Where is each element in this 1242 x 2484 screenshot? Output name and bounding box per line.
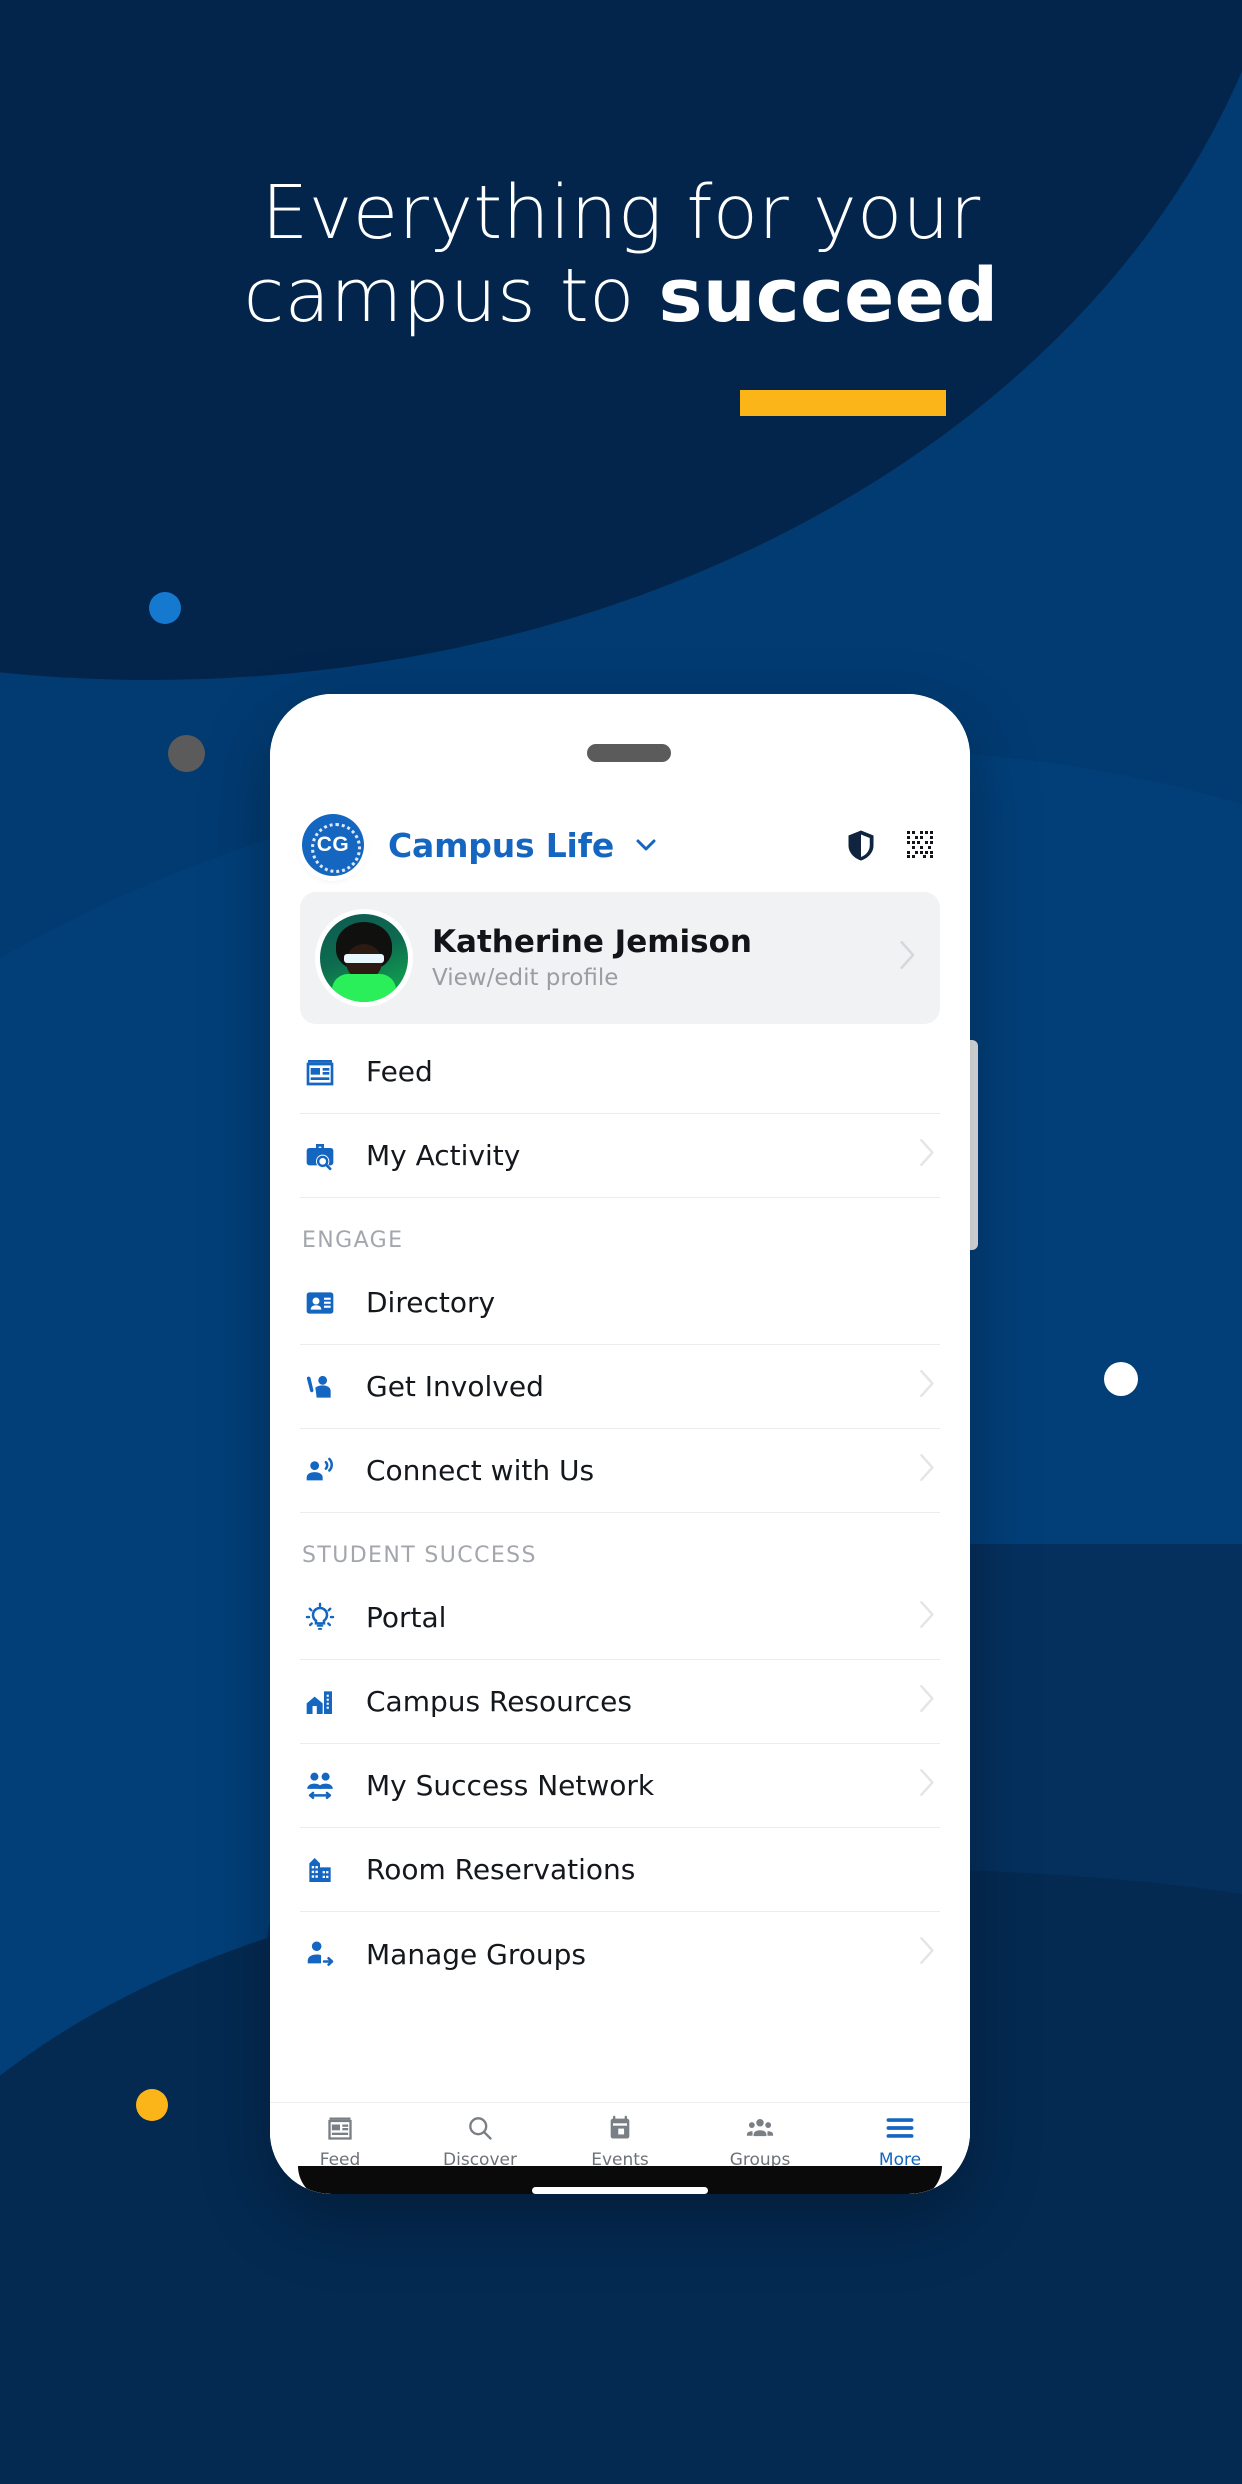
- menu-item-label: Campus Resources: [366, 1685, 632, 1718]
- decorative-dot-white: [1104, 1362, 1138, 1396]
- qr-code-icon[interactable]: [904, 826, 938, 864]
- chevron-right-icon: [920, 1768, 940, 1803]
- menu-item-label: Portal: [366, 1601, 447, 1634]
- section-header-student-success: STUDENT SUCCESS: [302, 1543, 537, 1568]
- lightbulb-icon: [300, 1598, 340, 1638]
- decorative-dot-yellow: [136, 2089, 168, 2121]
- get-involved-icon: [300, 1367, 340, 1407]
- directory-icon: [300, 1283, 340, 1323]
- menu-item-label: Directory: [366, 1286, 496, 1319]
- campus-building-icon: [300, 1682, 340, 1722]
- chevron-right-icon: [920, 1369, 940, 1404]
- menu-item-label: My Success Network: [366, 1769, 655, 1802]
- hamburger-icon: [885, 2111, 915, 2145]
- menu-item-feed[interactable]: Feed: [300, 1030, 940, 1114]
- menu-item-connect-with-us[interactable]: Connect with Us: [300, 1429, 940, 1513]
- chevron-right-icon: [920, 1138, 940, 1173]
- hero-headline-line2: campus to succeed: [0, 252, 1242, 339]
- menu-item-campus-resources[interactable]: Campus Resources: [300, 1660, 940, 1744]
- hero-headline: Everything for your campus to succeed: [0, 172, 1242, 338]
- chevron-right-icon: [920, 1600, 940, 1635]
- groups-icon: [746, 2111, 774, 2145]
- success-network-icon: [300, 1766, 340, 1806]
- phone-camera: [168, 735, 205, 772]
- tab-more[interactable]: More: [830, 2111, 970, 2170]
- chevron-down-icon[interactable]: [634, 833, 658, 857]
- hero-accent-bar: [740, 390, 946, 416]
- avatar-shirt: [332, 974, 396, 1002]
- tab-groups[interactable]: Groups: [690, 2111, 830, 2170]
- menu-item-my-success-network[interactable]: My Success Network: [300, 1744, 940, 1828]
- hero-headline-line2-plain: campus to: [243, 252, 659, 339]
- search-icon: [466, 2111, 494, 2145]
- hero-headline-emphasis: succeed: [658, 252, 999, 339]
- home-indicator-bar: [298, 2166, 942, 2194]
- phone-mockup: CG Campus Life Katherine Jemison View/ed…: [270, 694, 970, 2194]
- menu-item-get-involved[interactable]: Get Involved: [300, 1345, 940, 1429]
- chevron-right-icon: [920, 1684, 940, 1719]
- calendar-icon: [606, 2111, 634, 2145]
- chevron-right-icon: [900, 941, 920, 975]
- app-title[interactable]: Campus Life: [388, 826, 614, 865]
- feed-icon: [326, 2111, 354, 2145]
- brand-logo[interactable]: CG: [302, 814, 364, 876]
- background-bottom-band: [0, 2154, 1242, 2484]
- tab-discover[interactable]: Discover: [410, 2111, 550, 2170]
- room-building-icon: [300, 1850, 340, 1890]
- menu-item-portal[interactable]: Portal: [300, 1576, 940, 1660]
- home-indicator[interactable]: [532, 2187, 708, 2194]
- profile-card[interactable]: Katherine Jemison View/edit profile: [300, 892, 940, 1024]
- tab-feed[interactable]: Feed: [270, 2111, 410, 2170]
- activity-icon: [300, 1136, 340, 1176]
- decorative-dot-blue: [149, 592, 181, 624]
- menu-item-manage-groups[interactable]: Manage Groups: [300, 1912, 940, 1996]
- menu-item-label: Room Reservations: [366, 1853, 636, 1886]
- chevron-right-icon: [920, 1937, 940, 1971]
- brand-logo-text: CG: [316, 833, 350, 856]
- hero-headline-line1: Everything for your: [261, 170, 981, 256]
- chevron-right-icon: [920, 1453, 940, 1488]
- connect-icon: [300, 1451, 340, 1491]
- menu-item-label: Manage Groups: [366, 1937, 586, 1971]
- menu-item-my-activity[interactable]: My Activity: [300, 1114, 940, 1198]
- profile-subtitle: View/edit profile: [432, 964, 619, 991]
- app-header: CG Campus Life: [270, 806, 970, 882]
- profile-name: Katherine Jemison: [432, 924, 752, 961]
- menu-item-label: Get Involved: [366, 1370, 544, 1403]
- profile-text: Katherine Jemison View/edit profile: [432, 925, 900, 991]
- menu-item-label: Connect with Us: [366, 1454, 595, 1487]
- shield-icon[interactable]: [844, 826, 878, 864]
- menu-item-room-reservations[interactable]: Room Reservations: [300, 1828, 940, 1912]
- menu-list: Feed My Activity ENGAGE Directory Get In…: [300, 1030, 940, 1996]
- feed-icon: [300, 1052, 340, 1092]
- manage-groups-icon: [300, 1934, 340, 1974]
- tab-events[interactable]: Events: [550, 2111, 690, 2170]
- app-screen: CG Campus Life Katherine Jemison View/ed…: [270, 806, 970, 2194]
- menu-item-label: My Activity: [366, 1139, 521, 1172]
- section-header-engage: ENGAGE: [302, 1228, 404, 1253]
- menu-item-directory[interactable]: Directory: [300, 1261, 940, 1345]
- menu-item-label: Feed: [366, 1055, 433, 1088]
- avatar: [320, 914, 408, 1002]
- avatar-glasses: [344, 954, 384, 963]
- phone-speaker: [587, 744, 671, 762]
